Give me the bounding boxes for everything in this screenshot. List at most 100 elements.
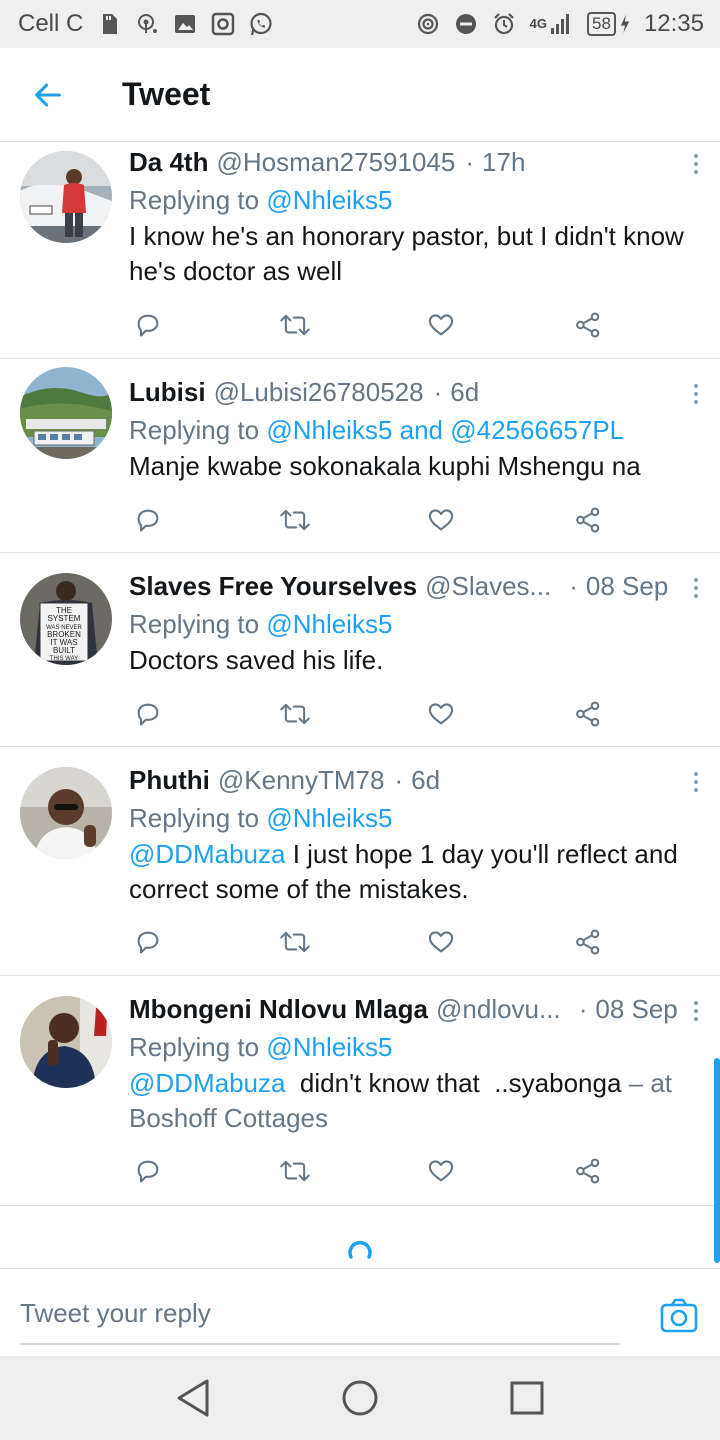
- reply-input[interactable]: [20, 1283, 620, 1345]
- author-name[interactable]: Da 4th: [129, 147, 208, 178]
- camera-icon[interactable]: [660, 1297, 698, 1333]
- tweet-text-line: Manje kwabe sokonakala kuphi Mshengu na: [129, 451, 641, 481]
- author-handle[interactable]: @KennyTM78: [218, 765, 385, 796]
- share-button[interactable]: [568, 694, 608, 734]
- avatar[interactable]: [20, 151, 112, 243]
- tweet-header: Mbongeni Ndlovu Mlaga @ndlovu... · 08 Se…: [129, 990, 700, 1028]
- replies-feed[interactable]: Da 4th @Hosman27591045 · 17h Replying to…: [0, 143, 720, 1268]
- tweet-text-line: @DDMabuza I just hope 1 day you'll refle…: [129, 837, 700, 872]
- tweet-item[interactable]: Lubisi @Lubisi26780528 · 6d Replying to …: [0, 359, 720, 553]
- replying-to-mention[interactable]: @Nhleiks5: [266, 609, 392, 639]
- hotspot-icon: [138, 14, 158, 33]
- replying-to-line: Replying to @Nhleiks5: [129, 799, 700, 837]
- more-options-button[interactable]: [684, 573, 708, 603]
- square-recents-icon: [510, 1381, 544, 1415]
- nav-back-button[interactable]: [163, 1368, 223, 1428]
- author-handle[interactable]: @Lubisi26780528: [214, 377, 424, 408]
- nfc-icon: [417, 13, 438, 35]
- back-button[interactable]: [0, 48, 96, 142]
- retweet-button[interactable]: [275, 922, 315, 962]
- avatar-sign-line: BUILT: [53, 646, 75, 655]
- author-handle[interactable]: @Slaves...: [425, 571, 551, 602]
- like-button[interactable]: [421, 500, 461, 540]
- reply-icon: [137, 314, 159, 337]
- tweet-text-fragment: I just hope 1 day you'll reflect and: [292, 839, 678, 869]
- author-name[interactable]: Phuthi: [129, 765, 210, 796]
- share-button[interactable]: [568, 500, 608, 540]
- reply-composer: [0, 1268, 720, 1357]
- retweet-button[interactable]: [275, 500, 315, 540]
- replying-to-label: Replying to: [129, 1032, 260, 1062]
- network-type-label: 4G: [529, 16, 548, 31]
- sd-card-icon: [103, 14, 118, 34]
- author-name[interactable]: Slaves Free Yourselves: [129, 571, 417, 602]
- scrollbar[interactable]: [714, 1058, 720, 1263]
- retweet-button[interactable]: [275, 1151, 315, 1191]
- share-button[interactable]: [568, 1151, 608, 1191]
- tweet-text-line: Doctors saved his life.: [129, 645, 384, 675]
- tweet-actions: [128, 500, 608, 540]
- avatar[interactable]: [20, 767, 112, 859]
- more-vertical-icon: [694, 1001, 698, 1005]
- tweet-time: 08 Sep: [595, 993, 678, 1024]
- more-vertical-icon: [694, 384, 698, 388]
- tweet-text: @DDMabuza I just hope 1 day you'll refle…: [129, 837, 700, 907]
- tweet-body: Da 4th @Hosman27591045 · 17h Replying to…: [129, 143, 700, 289]
- reply-button[interactable]: [128, 1151, 168, 1191]
- tweet-text: @DDMabuza didn't know that ..syabonga – …: [129, 1066, 700, 1136]
- tweet-text: Manje kwabe sokonakala kuphi Mshengu na: [129, 449, 700, 484]
- tweet-item[interactable]: Phuthi @KennyTM78 · 6d Replying to @Nhle…: [0, 747, 720, 976]
- retweet-button[interactable]: [275, 694, 315, 734]
- avatar[interactable]: [20, 367, 112, 459]
- tweet-item[interactable]: Da 4th @Hosman27591045 · 17h Replying to…: [0, 143, 720, 359]
- text-mention[interactable]: @DDMabuza: [129, 1068, 285, 1098]
- retweet-button[interactable]: [275, 305, 315, 345]
- tweet-body: Lubisi @Lubisi26780528 · 6d Replying to …: [129, 373, 700, 484]
- tweet-item[interactable]: THE SYSTEM WAS NEVER BROKEN IT WAS BUILT…: [0, 553, 720, 747]
- tweet-body: Phuthi @KennyTM78 · 6d Replying to @Nhle…: [129, 761, 700, 907]
- more-options-button[interactable]: [684, 149, 708, 179]
- share-icon: [576, 929, 600, 955]
- retweet-icon: [279, 314, 310, 336]
- heart-icon: [429, 314, 454, 336]
- tweet-actions: [128, 1151, 608, 1191]
- tweet-time: 17h: [482, 146, 526, 177]
- reply-button[interactable]: [128, 500, 168, 540]
- replying-to-mention[interactable]: @Nhleiks5: [266, 1032, 392, 1062]
- page-title: Tweet: [122, 76, 211, 112]
- like-button[interactable]: [421, 694, 461, 734]
- location-name[interactable]: Boshoff Cottages: [129, 1101, 700, 1136]
- nav-recents-button[interactable]: [497, 1368, 557, 1428]
- more-options-button[interactable]: [684, 379, 708, 409]
- author-handle[interactable]: @ndlovu...: [436, 994, 561, 1025]
- replying-to-mention[interactable]: @Nhleiks5: [266, 185, 392, 215]
- nav-home-button[interactable]: [330, 1368, 390, 1428]
- replying-to-mention[interactable]: @Nhleiks5: [266, 803, 392, 833]
- replying-to-mention[interactable]: @Nhleiks5 and @42566657PL: [266, 415, 624, 445]
- tweet-item[interactable]: Mbongeni Ndlovu Mlaga @ndlovu... · 08 Se…: [0, 976, 720, 1206]
- like-button[interactable]: [421, 305, 461, 345]
- tweet-actions: [128, 922, 608, 962]
- gallery-icon: [175, 15, 196, 33]
- reply-button[interactable]: [128, 305, 168, 345]
- author-name[interactable]: Lubisi: [129, 377, 206, 408]
- like-button[interactable]: [421, 1151, 461, 1191]
- more-options-button[interactable]: [684, 767, 708, 797]
- like-button[interactable]: [421, 922, 461, 962]
- author-name[interactable]: Mbongeni Ndlovu Mlaga: [129, 994, 428, 1025]
- share-button[interactable]: [568, 305, 608, 345]
- tweet-time: 6d: [450, 376, 480, 407]
- avatar[interactable]: THE SYSTEM WAS NEVER BROKEN IT WAS BUILT…: [20, 573, 112, 665]
- reply-button[interactable]: [128, 694, 168, 734]
- text-mention[interactable]: @DDMabuza: [129, 839, 285, 869]
- tweet-text: I know he's an honorary pastor, but I di…: [129, 219, 700, 289]
- separator-dot: ·: [578, 993, 588, 1024]
- more-options-button[interactable]: [684, 996, 708, 1026]
- share-button[interactable]: [568, 922, 608, 962]
- reply-button[interactable]: [128, 922, 168, 962]
- separator-dot: ·: [465, 146, 475, 177]
- tweet-header: Phuthi @KennyTM78 · 6d: [129, 761, 700, 799]
- author-handle[interactable]: @Hosman27591045: [216, 147, 455, 178]
- avatar[interactable]: [20, 996, 112, 1088]
- heart-icon: [429, 703, 454, 725]
